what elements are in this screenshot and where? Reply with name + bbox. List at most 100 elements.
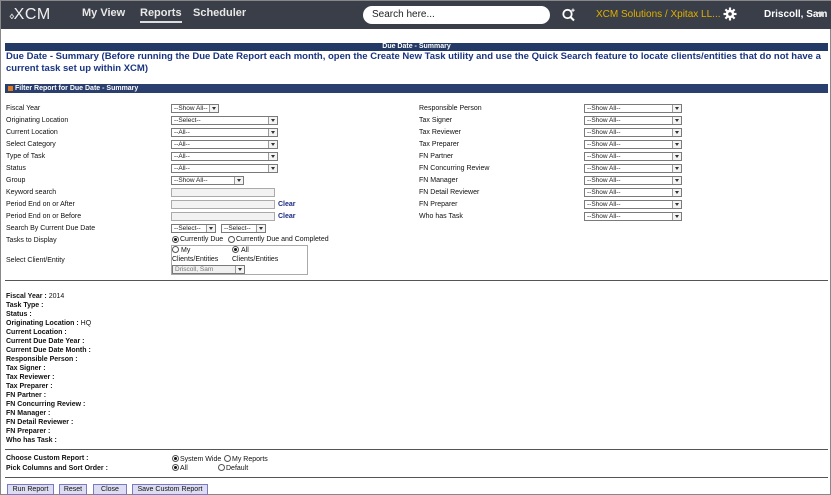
system-wide-radio[interactable] [172, 455, 179, 462]
period-end-before-input[interactable] [171, 212, 275, 221]
section-divider [5, 477, 828, 478]
fn-partner-select[interactable]: --Show All-- [584, 152, 682, 161]
close-button[interactable]: Close [93, 484, 127, 495]
summary-fn-preparer: FN Preparer : [6, 428, 51, 435]
nav-my-view[interactable]: My View [82, 7, 125, 19]
period-end-after-input[interactable] [171, 200, 275, 209]
summary-fn-manager: FN Manager : [6, 410, 51, 417]
summary-fiscal-year: Fiscal Year : 2014 [6, 293, 65, 300]
clear-period-after-link[interactable]: Clear [278, 201, 296, 208]
keyword-search-input[interactable] [171, 188, 275, 197]
fn-manager-value: --Show All-- [587, 177, 621, 184]
summary-current-location: Current Location : [6, 329, 67, 336]
label-period-end-after: Period End on or After [6, 201, 75, 208]
due-and-completed-radio[interactable] [228, 236, 235, 243]
all-columns-label: All [180, 465, 188, 472]
currently-due-label: Currently Due [180, 236, 224, 243]
due-date-year-select[interactable]: --Select-- [171, 224, 216, 233]
summary-responsible-person: Responsible Person : [6, 356, 78, 363]
save-custom-report-button[interactable]: Save Custom Report [132, 484, 208, 495]
chevron-down-icon [234, 177, 243, 184]
nav-scheduler[interactable]: Scheduler [193, 7, 246, 19]
top-navigation-bar: ‹› XCM My View Reports Scheduler Search … [1, 1, 831, 29]
chevron-down-icon [209, 105, 218, 112]
chevron-down-icon[interactable] [817, 12, 825, 17]
my-reports-radio[interactable] [224, 455, 231, 462]
system-wide-label: System Wide [180, 456, 222, 463]
section-divider [5, 280, 828, 281]
fn-concurring-review-value: --Show All-- [587, 165, 621, 172]
fn-preparer-select[interactable]: --Show All-- [584, 200, 682, 209]
who-has-task-select[interactable]: --Show All-- [584, 212, 682, 221]
status-value: --All-- [174, 165, 190, 172]
default-columns-radio[interactable] [218, 464, 225, 471]
group-select[interactable]: --Show All-- [171, 176, 244, 185]
label-type-of-task: Type of Task [6, 153, 46, 160]
logo-text: XCM [13, 6, 51, 23]
collapse-icon[interactable] [8, 86, 13, 91]
all-columns-radio[interactable] [172, 464, 179, 471]
responsible-person-select[interactable]: --Show All-- [584, 104, 682, 113]
fn-manager-select[interactable]: --Show All-- [584, 176, 682, 185]
clear-period-before-link[interactable]: Clear [278, 213, 296, 220]
fn-detail-reviewer-select[interactable]: --Show All-- [584, 188, 682, 197]
filter-section-header[interactable]: Filter Report for Due Date - Summary [5, 84, 828, 93]
type-of-task-value: --All-- [174, 153, 190, 160]
tax-reviewer-value: --Show All-- [587, 129, 621, 136]
summary-task-type: Task Type : [6, 302, 44, 309]
tax-preparer-select[interactable]: --Show All-- [584, 140, 682, 149]
search-input[interactable]: Search here... [363, 6, 550, 24]
label-select-client: Select Client/Entity [6, 257, 65, 264]
who-has-task-value: --Show All-- [587, 213, 621, 220]
xcm-logo[interactable]: ‹› XCM [9, 6, 51, 24]
label-fn-partner: FN Partner [419, 153, 454, 160]
fn-detail-reviewer-value: --Show All-- [587, 189, 621, 196]
run-report-button[interactable]: Run Report [7, 484, 54, 495]
label-tasks-to-display: Tasks to Display [6, 237, 57, 244]
status-select[interactable]: --All-- [171, 164, 278, 173]
label-fn-detail-reviewer: FN Detail Reviewer [419, 189, 480, 196]
columns-sort-label: Pick Columns and Sort Order : [6, 465, 108, 472]
summary-fn-partner: FN Partner : [6, 392, 47, 399]
tax-reviewer-select[interactable]: --Show All-- [584, 128, 682, 137]
my-reports-label: My Reports [232, 456, 268, 463]
due-date-year-value: --Select-- [174, 225, 201, 232]
page-title: Due Date - Summary [5, 43, 828, 51]
tax-signer-select[interactable]: --Show All-- [584, 116, 682, 125]
chevron-down-icon [268, 141, 277, 148]
label-current-location: Current Location [6, 129, 58, 136]
current-location-select[interactable]: --All-- [171, 128, 278, 137]
section-divider [5, 449, 828, 450]
label-fn-preparer: FN Preparer [419, 201, 458, 208]
nav-reports[interactable]: Reports [140, 7, 182, 23]
chevron-down-icon [268, 129, 277, 136]
originating-location-select[interactable]: --Select-- [171, 116, 278, 125]
label-select-category: Select Category [6, 141, 56, 148]
currently-due-radio[interactable] [172, 236, 179, 243]
fn-concurring-review-select[interactable]: --Show All-- [584, 164, 682, 173]
group-value: --Show All-- [174, 177, 208, 184]
summary-tax-preparer: Tax Preparer : [6, 383, 53, 390]
due-date-month-select[interactable]: --Select-- [221, 224, 266, 233]
summary-fn-concurring-review: FN Concurring Review : [6, 401, 86, 408]
client-select-value: Driscoll, Sam [175, 266, 214, 273]
search-icon[interactable] [561, 7, 577, 23]
current-location-value: --All-- [174, 129, 190, 136]
chevron-down-icon [672, 165, 681, 172]
client-select[interactable]: Driscoll, Sam [172, 265, 245, 274]
reset-button[interactable]: Reset [59, 484, 87, 495]
fiscal-year-value: --Show All-- [174, 105, 208, 112]
chevron-down-icon [672, 189, 681, 196]
gear-icon[interactable] [723, 7, 737, 21]
label-group: Group [6, 177, 26, 184]
filter-section-title: Filter Report for Due Date - Summary [15, 85, 139, 92]
summary-originating-location: Originating Location : HQ [6, 320, 92, 327]
fiscal-year-select[interactable]: --Show All-- [171, 104, 219, 113]
type-of-task-select[interactable]: --All-- [171, 152, 278, 161]
category-value: --All-- [174, 141, 190, 148]
company-selector[interactable]: XCM Solutions / Xpitax LL... [596, 9, 721, 20]
category-select[interactable]: --All-- [171, 140, 278, 149]
chevron-down-icon [672, 177, 681, 184]
custom-report-label: Choose Custom Report : [6, 455, 89, 462]
summary-status: Status : [6, 311, 32, 318]
